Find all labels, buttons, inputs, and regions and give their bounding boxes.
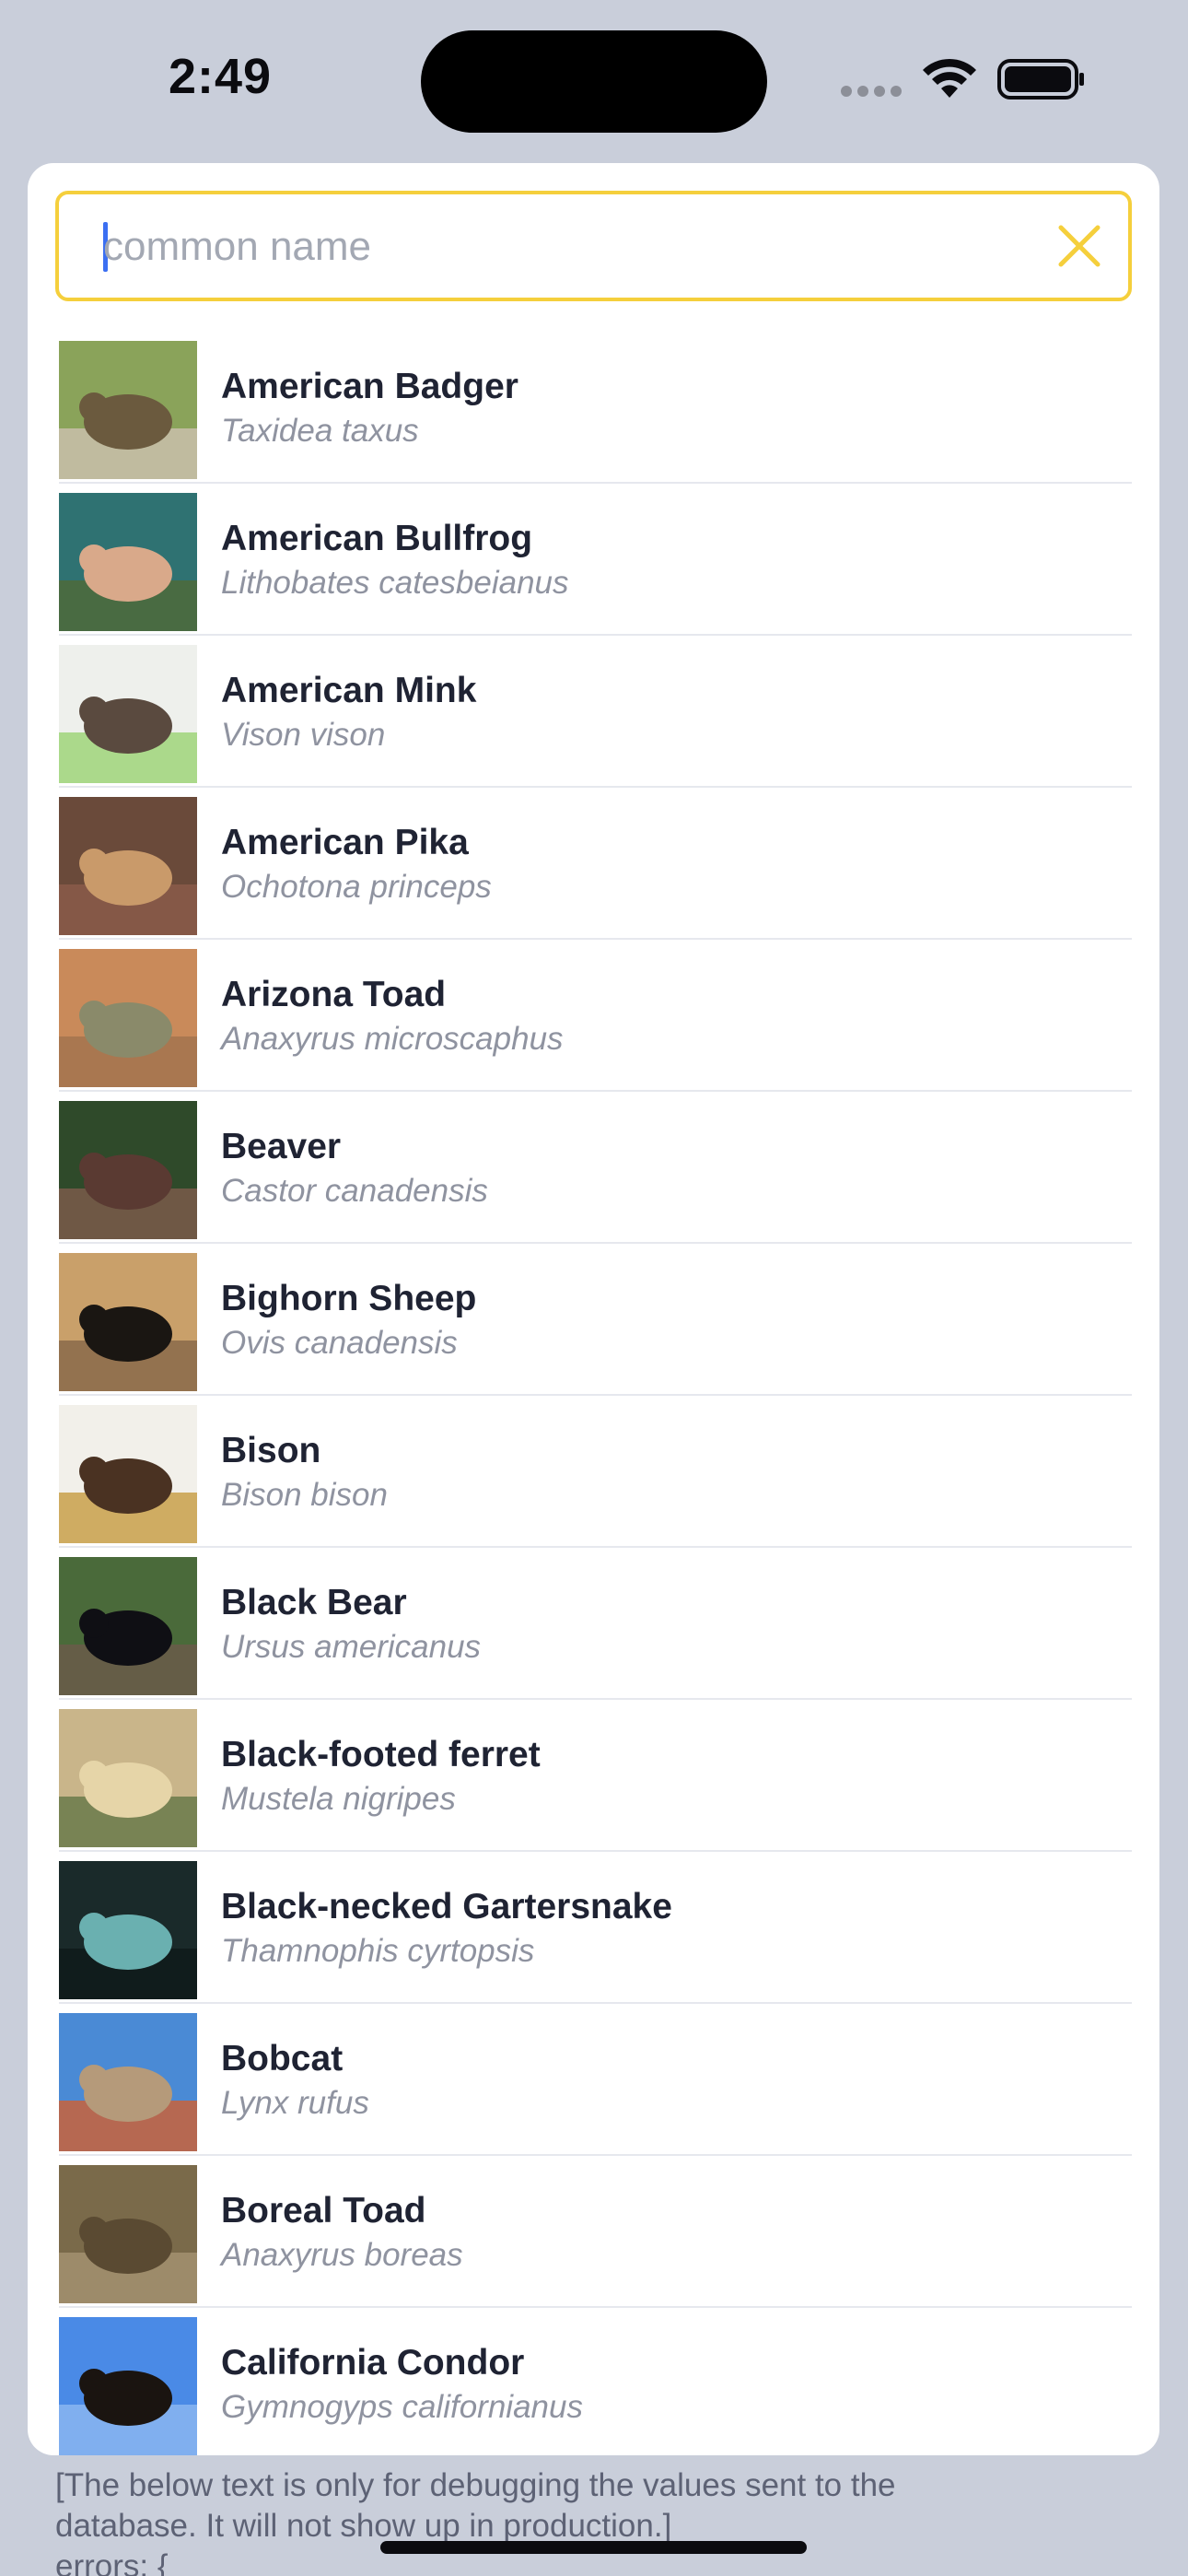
wifi-icon xyxy=(923,58,976,98)
species-list-item[interactable]: American Bullfrog Lithobates catesbeianus xyxy=(59,484,1132,636)
search-box[interactable] xyxy=(55,191,1132,301)
species-thumbnail xyxy=(59,645,197,783)
status-time: 2:49 xyxy=(169,49,273,104)
species-thumbnail xyxy=(59,1557,197,1695)
species-scientific-name: Ochotona princeps xyxy=(221,869,492,905)
species-list-item[interactable]: Black-necked Gartersnake Thamnophis cyrto… xyxy=(59,1852,1132,2004)
species-scientific-name: Castor canadensis xyxy=(221,1173,488,1209)
species-thumbnail xyxy=(59,1709,197,1847)
species-common-name: Bobcat xyxy=(221,2039,344,2078)
species-thumbnail xyxy=(59,493,197,631)
species-scientific-name: Lithobates catesbeianus xyxy=(221,565,569,601)
species-thumbnail xyxy=(59,2165,197,2303)
species-list-item[interactable]: Boreal Toad Anaxyrus boreas xyxy=(59,2156,1132,2308)
species-list-item[interactable]: Bighorn Sheep Ovis canadensis xyxy=(59,1244,1132,1396)
debug-line: [The below text is only for debugging th… xyxy=(55,2467,896,2503)
species-scientific-name: Thamnophis cyrtopsis xyxy=(221,1933,535,1969)
species-thumbnail xyxy=(59,1253,197,1391)
species-scientific-name: Vison vison xyxy=(221,717,386,753)
species-thumbnail xyxy=(59,949,197,1087)
species-thumbnail xyxy=(59,2013,197,2151)
status-bar: 2:49 xyxy=(0,0,1188,157)
species-common-name: Beaver xyxy=(221,1127,342,1166)
cellular-signal-icon xyxy=(841,85,907,101)
species-common-name: Black-necked Gartersnake xyxy=(221,1887,672,1926)
species-thumbnail xyxy=(59,341,197,479)
species-scientific-name: Lynx rufus xyxy=(221,2085,369,2121)
species-common-name: American Badger xyxy=(221,367,518,406)
species-thumbnail xyxy=(59,1101,197,1239)
species-common-name: California Condor xyxy=(221,2343,525,2383)
home-indicator xyxy=(380,2541,807,2554)
species-list-item[interactable]: California Condor Gymnogyps californianus xyxy=(59,2308,1132,2455)
species-picker-card: American Badger Taxidea taxus American Bul… xyxy=(28,163,1159,2455)
species-list-item[interactable]: Arizona Toad Anaxyrus microscaphus xyxy=(59,940,1132,1092)
species-common-name: Black-footed ferret xyxy=(221,1735,541,1774)
species-common-name: Bison xyxy=(221,1431,321,1470)
species-common-name: Arizona Toad xyxy=(221,975,447,1014)
species-scientific-name: Anaxyrus boreas xyxy=(221,2237,463,2273)
species-scientific-name: Ovis canadensis xyxy=(221,1325,458,1361)
species-thumbnail xyxy=(59,797,197,935)
species-scientific-name: Anaxyrus microscaphus xyxy=(221,1021,564,1057)
species-common-name: American Bullfrog xyxy=(221,519,533,558)
species-list-item[interactable]: Black-footed ferret Mustela nigripes xyxy=(59,1700,1132,1852)
dynamic-island xyxy=(421,30,767,133)
species-scientific-name: Gymnogyps californianus xyxy=(221,2389,583,2425)
species-list-item[interactable]: Bobcat Lynx rufus xyxy=(59,2004,1132,2156)
species-thumbnail xyxy=(59,1861,197,1999)
species-common-name: Boreal Toad xyxy=(221,2191,426,2231)
species-common-name: American Pika xyxy=(221,823,469,862)
species-thumbnail xyxy=(59,1405,197,1543)
species-list-item[interactable]: Black Bear Ursus americanus xyxy=(59,1548,1132,1700)
species-list-item[interactable]: American Pika Ochotona princeps xyxy=(59,788,1132,940)
species-list-item[interactable]: American Badger Taxidea taxus xyxy=(59,332,1132,484)
species-common-name: American Mink xyxy=(221,671,477,710)
species-scientific-name: Mustela nigripes xyxy=(221,1781,456,1817)
species-thumbnail xyxy=(59,2317,197,2455)
search-input[interactable] xyxy=(103,211,1024,283)
close-x-icon[interactable] xyxy=(1054,220,1105,272)
battery-icon xyxy=(997,59,1084,100)
species-list-item[interactable]: American Mink Vison vison xyxy=(59,636,1132,788)
species-list-item[interactable]: Beaver Castor canadensis xyxy=(59,1092,1132,1244)
species-common-name: Bighorn Sheep xyxy=(221,1279,477,1318)
species-scientific-name: Taxidea taxus xyxy=(221,413,419,449)
debug-text: [The below text is only for debugging th… xyxy=(55,2465,1142,2576)
species-scientific-name: Bison bison xyxy=(221,1477,388,1513)
species-list-item[interactable]: Bison Bison bison xyxy=(59,1396,1132,1548)
species-list: American Badger Taxidea taxus American Bul… xyxy=(59,332,1132,2455)
species-scientific-name: Ursus americanus xyxy=(221,1629,482,1665)
species-common-name: Black Bear xyxy=(221,1583,407,1622)
